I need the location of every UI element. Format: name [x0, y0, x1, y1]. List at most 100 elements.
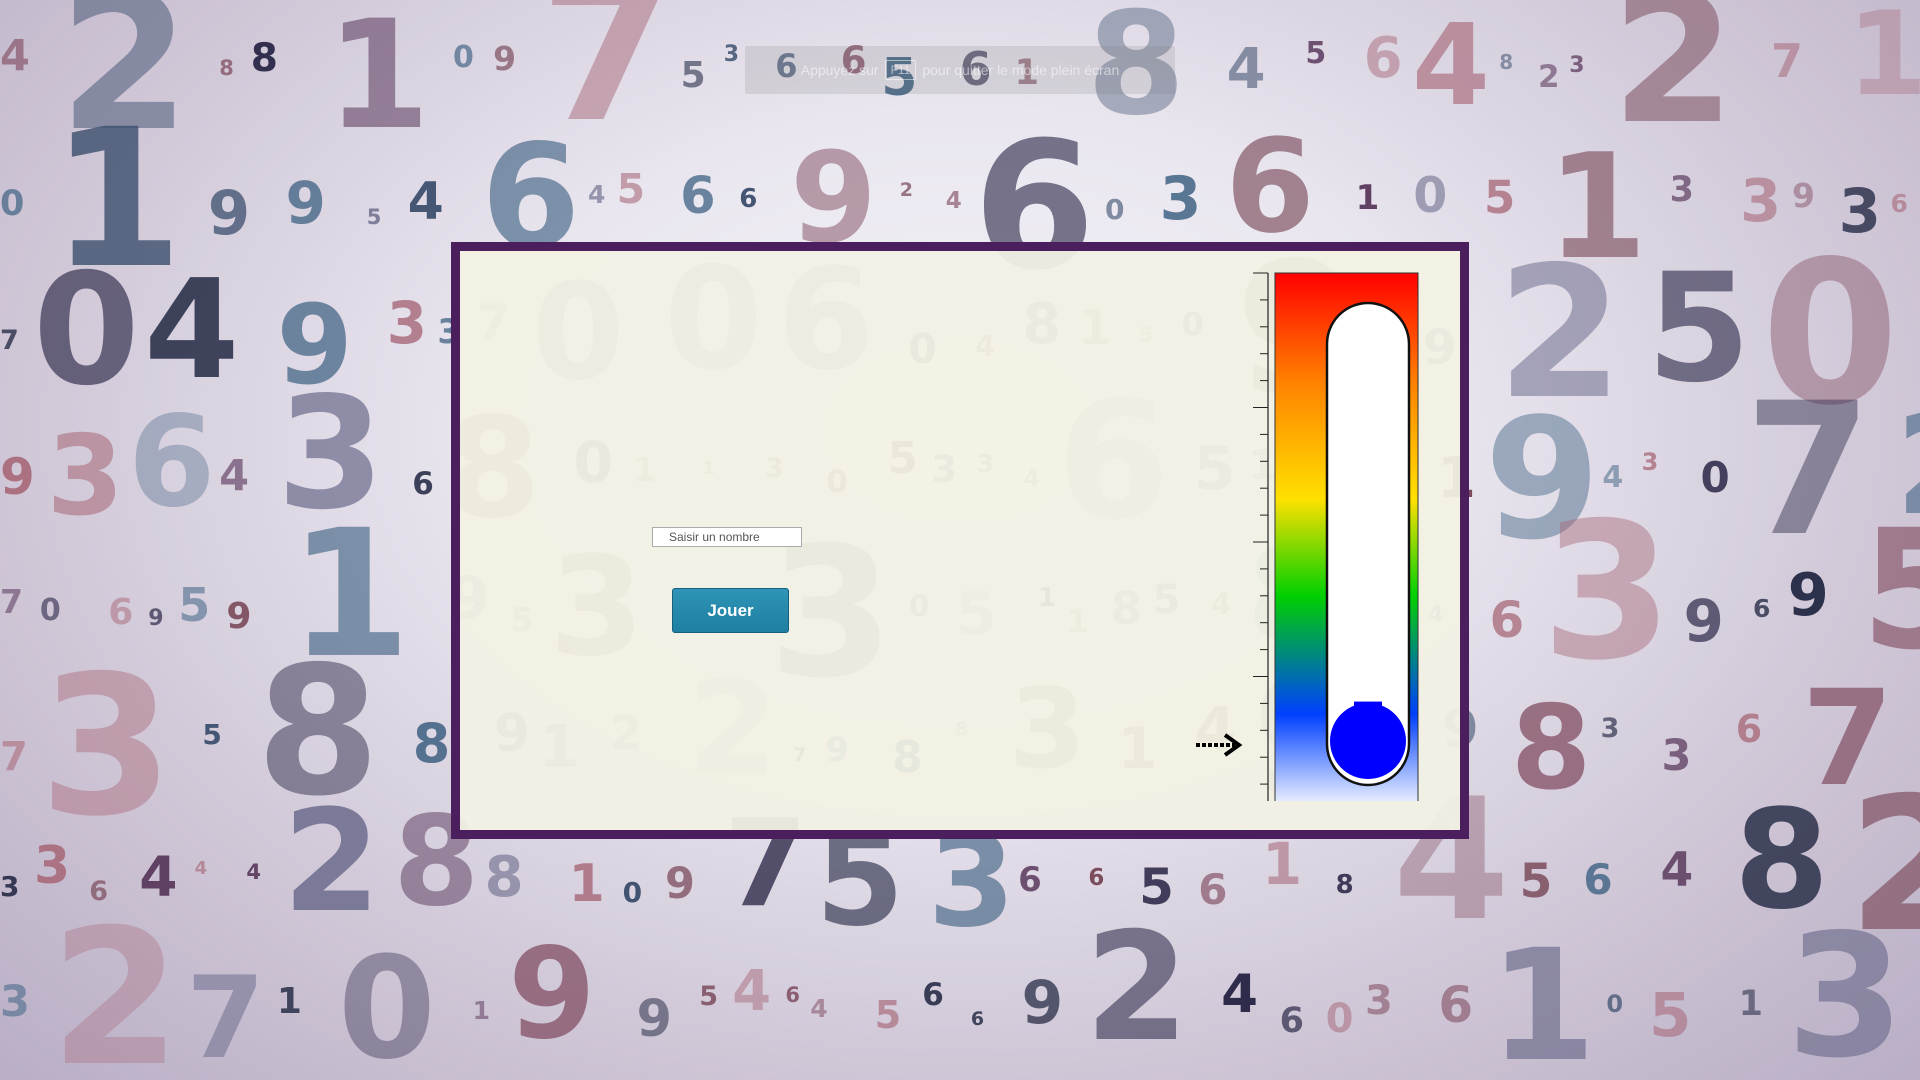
background-digit: 9 — [207, 178, 251, 250]
background-digit: 3 — [1569, 53, 1585, 79]
background-digit: 1 — [472, 996, 491, 1026]
background-digit: 7 — [1744, 364, 1872, 578]
background-digit: 5 — [1860, 494, 1920, 687]
background-digit: 8 — [219, 56, 234, 81]
background-digit: 3 — [0, 869, 20, 903]
background-digit: 8 — [250, 35, 278, 81]
background-digit: 3 — [723, 42, 740, 68]
background-digit: 0 — [622, 876, 643, 910]
background-digit: 6 — [127, 388, 216, 536]
background-digit: 2 — [1538, 58, 1560, 95]
background-digit: 2 — [1084, 901, 1190, 1076]
background-digit: 4 — [1226, 36, 1266, 102]
background-digit: 5 — [699, 980, 719, 1012]
thermometer — [1196, 272, 1419, 801]
number-input[interactable] — [652, 527, 802, 547]
fullscreen-notice-suffix: pour quitter le mode plein écran — [922, 62, 1120, 78]
background-digit: 3 — [39, 634, 174, 860]
background-digit: 0 — [1700, 453, 1730, 503]
game-panel: Jouer — [451, 242, 1469, 839]
background-digit: 1 — [568, 853, 605, 914]
background-digit: 9 — [636, 990, 672, 1050]
thermometer-bulb — [1330, 703, 1406, 779]
background-digit: 4 — [1412, 0, 1490, 131]
background-digit: 2 — [282, 780, 381, 944]
background-digit: 9 — [148, 605, 164, 631]
background-digit: 6 — [680, 167, 716, 227]
background-digit: 9 — [1021, 968, 1064, 1039]
fullscreen-exit-notice: Appuyez sur F11 pour quitter le mode ple… — [745, 46, 1175, 94]
background-digit: 4 — [945, 187, 962, 214]
background-digit: 1 — [1489, 917, 1597, 1080]
background-digit: 7 — [0, 582, 23, 622]
background-digit: 4 — [407, 172, 444, 233]
background-digit: 4 — [1221, 964, 1259, 1026]
background-digit: 7 — [0, 733, 28, 780]
background-digit: 1 — [1738, 983, 1763, 1024]
play-button[interactable]: Jouer — [672, 588, 789, 633]
background-digit: 0 — [0, 184, 25, 225]
background-digit: 2 — [50, 888, 181, 1080]
background-digit: 0 — [32, 241, 140, 421]
fullscreen-notice-prefix: Appuyez sur — [800, 62, 879, 78]
background-digit: 4 — [144, 251, 240, 411]
background-digit: 6 — [1489, 591, 1525, 650]
background-digit: 0 — [1413, 167, 1448, 225]
background-digit: 3 — [1661, 731, 1692, 782]
background-digit: 9 — [1787, 560, 1829, 630]
background-digit: 7 — [0, 325, 19, 357]
background-digit: 0 — [453, 40, 474, 76]
background-digit: 8 — [484, 845, 524, 911]
background-digit: 0 — [39, 593, 61, 629]
background-digit: 5 — [178, 578, 211, 633]
background-digit: 1 — [326, 0, 431, 164]
background-digit: 0 — [1606, 990, 1624, 1019]
background-digit: 9 — [508, 920, 596, 1068]
background-digit: 1 — [276, 980, 302, 1022]
background-digit: 5 — [874, 993, 902, 1038]
background-digit: 4 — [810, 994, 828, 1024]
background-digit: 5 — [680, 55, 706, 97]
background-digit: 6 — [1018, 860, 1042, 901]
background-digit: 3 — [1541, 481, 1673, 702]
background-digit: 1 — [1355, 178, 1380, 219]
background-digit: 7 — [186, 952, 265, 1080]
background-digit: 9 — [226, 596, 252, 638]
background-digit: 6 — [739, 184, 758, 215]
background-digit: 8 — [1499, 50, 1514, 75]
background-digit: 6 — [1198, 864, 1228, 914]
background-digit: 1 — [1261, 830, 1303, 899]
background-digit: 1 — [1846, 0, 1920, 122]
background-digit: 3 — [1365, 977, 1393, 1024]
background-digit: 5 — [1646, 241, 1751, 416]
background-digit: 6 — [970, 1007, 985, 1030]
background-digit: 9 — [665, 858, 695, 909]
background-digit: 6 — [1088, 864, 1105, 891]
background-digit: 4 — [1660, 843, 1694, 899]
background-digit: 6 — [785, 982, 800, 1007]
background-digit: 2 — [899, 179, 913, 202]
f11-key-badge: F11 — [884, 60, 917, 80]
background-digit: 3 — [1669, 170, 1694, 211]
background-digit: 5 — [1484, 171, 1516, 225]
background-digit: 3 — [46, 412, 124, 542]
background-digit: 7 — [1771, 33, 1804, 88]
background-digit: 3 — [1159, 163, 1202, 234]
background-digit: 3 — [33, 836, 71, 897]
background-digit: 5 — [1519, 853, 1553, 909]
background-digit: 6 — [1438, 975, 1474, 1034]
background-digit: 6 — [1363, 25, 1403, 91]
background-digit: 9 — [285, 169, 326, 238]
background-digit: 5 — [1649, 980, 1692, 1052]
background-digit: 4 — [194, 857, 208, 879]
background-digit: 6 — [922, 976, 944, 1013]
background-digit: 5 — [616, 164, 646, 213]
background-digit: 3 — [1786, 898, 1905, 1080]
background-digit: 0 — [337, 926, 436, 1080]
background-digit: 6 — [1583, 854, 1613, 904]
background-digit: 6 — [412, 466, 434, 503]
thermometer-tube — [1325, 301, 1411, 787]
background-digit: 0 — [1325, 996, 1354, 1043]
background-digit: 4 — [246, 859, 261, 884]
background-digit: 6 — [1753, 593, 1771, 623]
